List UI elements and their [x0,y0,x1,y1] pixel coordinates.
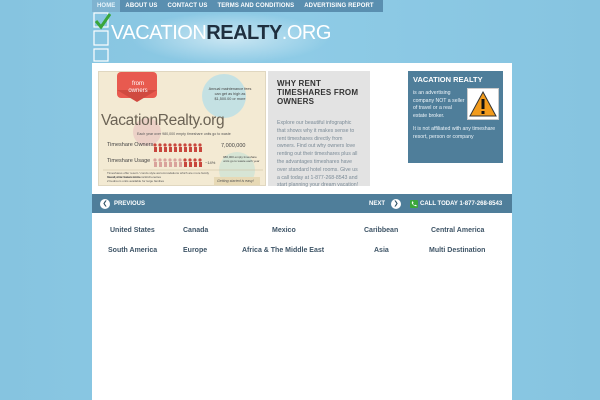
nav-home-link[interactable]: HOME [92,0,121,12]
logo-org: .ORG [281,22,332,44]
next-button[interactable]: NEXT ❯ [369,194,402,213]
site-logo[interactable]: VACATION REALTY .ORG [111,22,331,45]
nav-about-us-link[interactable]: ABOUT US [120,0,162,12]
previous-label: PREVIOUS [114,200,146,207]
infographic-owners-label: Timeshare Owners [107,142,154,148]
vacation-realty-disclaimer: VACATION REALTY is an advertising compan… [408,71,503,163]
infographic-bullet-3: 2 bedroom units available for large fami… [107,179,165,183]
nav-contact-us-link[interactable]: CONTACT US [163,0,213,12]
infographic-each-year: Each year over 980,000 empty timeshare u… [137,132,231,136]
infographic-maintenance: Annual maintenance fees can get as high … [208,87,252,101]
region-united-states[interactable]: United States [110,227,155,234]
previous-button[interactable]: ❮ PREVIOUS [100,194,145,213]
region-europe[interactable]: Europe [183,247,207,254]
region-africa-middle-east[interactable]: Africa & The Middle East [242,247,324,254]
warning-icon [467,88,499,120]
region-multi-destination[interactable]: Multi Destination [429,247,485,254]
nav-terms-link[interactable]: TERMS AND CONDITIONS [212,0,299,12]
region-caribbean[interactable]: Caribbean [364,227,398,234]
top-navigation: HOME ABOUT US CONTACT US TERMS AND CONDI… [92,0,383,12]
nav-advertising-report-link[interactable]: ADVERTISING REPORT [299,0,378,12]
why-rent-panel: WHY RENT TIMESHARES FROM OWNERS Explore … [268,71,370,188]
infographic-image[interactable]: from owners Annual maintenance fees can … [98,71,266,186]
why-rent-body: Explore our beautiful infographic that s… [277,120,359,189]
infographic-owners-value: 7,000,000 [221,143,246,149]
slider-navigation: ❮ PREVIOUS NEXT ❯ CALL TODAY 1-877-268-8… [92,194,512,213]
region-mexico[interactable]: Mexico [272,227,296,234]
why-rent-title: WHY RENT TIMESHARES FROM OWNERS [277,79,359,106]
call-today-label: CALL TODAY 1-877-268-8543 [420,200,503,207]
infographic-usage-note: 980,000 empty timeshare units go to wast… [223,155,260,163]
infographic-usage-pct: ~14% [205,160,216,165]
disclaimer-text-2: It is not affiliated with any timeshare … [413,126,496,140]
call-today-link[interactable]: CALL TODAY 1-877-268-8543 [410,194,502,213]
chevron-right-icon: ❯ [391,198,402,209]
infographic-usage-label: Timeshare Usage [107,158,151,164]
region-asia[interactable]: Asia [374,247,389,254]
disclaimer-text-1: is an advertising company NOT a seller o… [413,90,465,119]
infographic-from-owners: from owners [128,81,148,94]
region-central-america[interactable]: Central America [431,227,484,234]
region-south-america[interactable]: South America [108,247,157,254]
region-canada[interactable]: Canada [183,227,208,234]
next-label: NEXT [369,200,386,207]
disclaimer-title: VACATION REALTY [413,75,483,84]
infographic-getting-started: Getting started is easy! [217,179,254,183]
phone-icon [410,199,418,208]
logo-realty: REALTY [206,22,282,44]
logo-vacation: VACATION [111,22,207,44]
chevron-left-icon: ❮ [100,198,110,209]
checkbox-list-icon [93,12,111,62]
infographic-brand: VacationRealty.org [101,112,225,129]
